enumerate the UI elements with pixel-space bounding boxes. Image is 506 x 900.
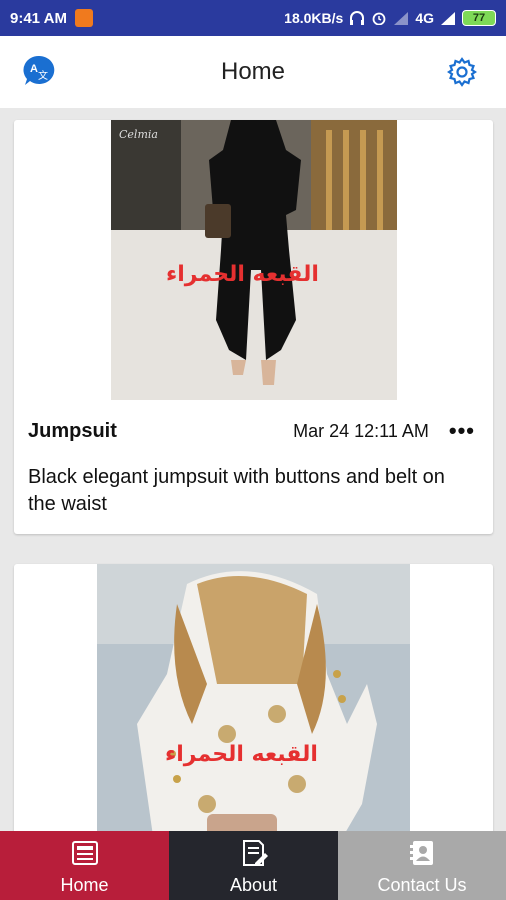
newspaper-icon bbox=[71, 841, 98, 865]
post-image[interactable]: القبعه الحمراء bbox=[97, 564, 410, 832]
svg-text:Celmia: Celmia bbox=[119, 128, 158, 141]
status-indicators: 18.0KB/s 4G 77 bbox=[284, 10, 496, 26]
nav-contact-label: Contact Us bbox=[377, 875, 467, 895]
blouse-photo bbox=[97, 564, 410, 832]
alarm-icon bbox=[372, 12, 386, 25]
status-time: 9:41 AM bbox=[10, 9, 67, 27]
bottom-navigation: Home About Contact Us bbox=[0, 831, 506, 900]
svg-text:A: A bbox=[30, 63, 38, 75]
nav-about-label: About bbox=[229, 875, 278, 895]
network-type: 4G bbox=[415, 10, 434, 26]
status-bar: 9:41 AM 18.0KB/s 4G 77 bbox=[0, 0, 506, 36]
nav-about[interactable]: About bbox=[169, 831, 338, 900]
svg-text:文: 文 bbox=[38, 69, 48, 82]
more-options-button[interactable]: ••• bbox=[449, 420, 475, 442]
post-card[interactable]: Celmia القبعه الحمراء Jumpsuit Mar 24 12… bbox=[14, 120, 493, 534]
nav-home-label: Home bbox=[60, 875, 109, 895]
post-title: Jumpsuit bbox=[28, 419, 117, 442]
post-card[interactable]: القبعه الحمراء bbox=[14, 564, 493, 832]
signal-icon bbox=[394, 12, 409, 25]
battery-indicator: 77 bbox=[462, 10, 496, 26]
post-image[interactable]: Celmia القبعه الحمراء bbox=[111, 120, 397, 400]
jumpsuit-photo: Celmia bbox=[111, 120, 397, 400]
headphones-icon bbox=[350, 11, 365, 25]
page-title: Home bbox=[220, 58, 286, 85]
nav-home[interactable]: Home bbox=[0, 831, 169, 900]
post-meta: Jumpsuit Mar 24 12:11 AM ••• bbox=[28, 416, 475, 446]
notification-icon bbox=[74, 9, 93, 27]
gear-icon[interactable] bbox=[446, 56, 478, 88]
signal-icon-2 bbox=[441, 12, 455, 25]
post-description: Black elegant jumpsuit with buttons and … bbox=[28, 466, 445, 515]
document-edit-icon bbox=[242, 840, 268, 866]
translate-icon[interactable]: A 文 bbox=[22, 54, 56, 88]
app-header: A 文 Home bbox=[0, 36, 506, 108]
contact-book-icon bbox=[410, 841, 433, 865]
network-speed: 18.0KB/s bbox=[284, 10, 344, 26]
photo-watermark: القبعه الحمراء bbox=[165, 742, 318, 767]
post-date: Mar 24 12:11 AM bbox=[293, 420, 429, 441]
photo-watermark: القبعه الحمراء bbox=[166, 262, 319, 287]
post-feed[interactable]: Celmia القبعه الحمراء Jumpsuit Mar 24 12… bbox=[0, 108, 506, 832]
nav-contact[interactable]: Contact Us bbox=[338, 831, 506, 900]
